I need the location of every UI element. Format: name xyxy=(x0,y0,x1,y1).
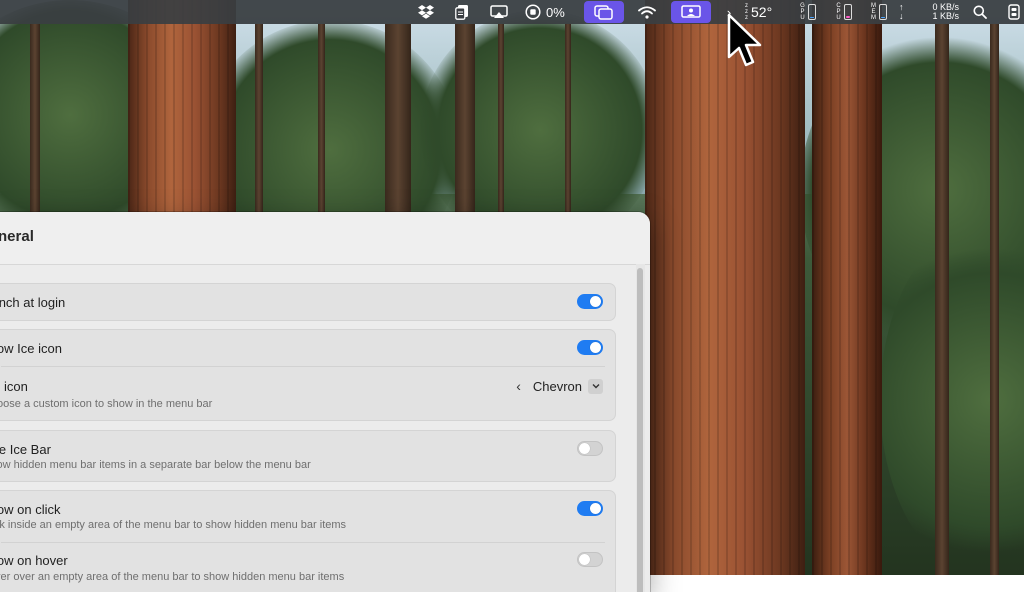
use-ice-bar-description: Show hidden menu bar items in a separate… xyxy=(0,459,311,471)
use-ice-bar-group: Use Ice Bar Show hidden menu bar items i… xyxy=(0,430,616,482)
scrollbar-thumb[interactable] xyxy=(637,268,643,592)
launch-at-login-toggle[interactable] xyxy=(577,294,603,309)
launch-at-login-row: Launch at login xyxy=(0,284,615,320)
control-center-icon[interactable] xyxy=(1004,0,1024,24)
show-on-click-label: Show on click xyxy=(0,502,61,517)
up-down-arrows-icon: ↑ ↓ xyxy=(899,2,904,21)
launch-at-login-group: Launch at login xyxy=(0,283,616,321)
airplay-icon[interactable] xyxy=(488,0,510,24)
settings-window: General Launch at login Show Ice icon Ic… xyxy=(0,212,650,592)
ice-icon-group: Show Ice icon Ice icon Choose a custom i… xyxy=(0,329,616,421)
show-ice-icon-toggle[interactable] xyxy=(577,340,603,355)
launch-at-login-label: Launch at login xyxy=(0,295,66,310)
show-on-click-row: Show on click Click inside an empty area… xyxy=(0,491,615,541)
window-title-bar: General xyxy=(0,212,650,265)
ice-icon-description: Choose a custom icon to show in the menu… xyxy=(0,398,213,410)
mouse-cursor-icon xyxy=(726,12,766,72)
use-ice-bar-label: Use Ice Bar xyxy=(0,442,51,457)
network-meter[interactable]: ↑ ↓ 0 KB/s 1 KB/s xyxy=(899,0,959,24)
memory-bar-icon xyxy=(879,4,887,20)
window-title: General xyxy=(0,228,34,245)
screen-share-icon[interactable] xyxy=(671,1,711,23)
memory-meter[interactable]: MEM xyxy=(866,0,892,24)
show-on-click-toggle[interactable] xyxy=(577,501,603,516)
dropbox-icon[interactable] xyxy=(414,0,438,24)
stop-circle-icon xyxy=(525,4,541,20)
window-switcher-icon[interactable] xyxy=(584,1,624,23)
menu-bar: 0% › zzz 52° GPU CPU MEM ↑ ↓ 0 KB/s 1 KB/… xyxy=(0,0,1024,24)
net-download-text: 1 KB/s xyxy=(932,11,959,21)
ice-icon-picker[interactable]: ‹ Chevron xyxy=(516,378,603,394)
battery-status[interactable]: 0% xyxy=(525,0,575,24)
chevron-down-icon[interactable] xyxy=(588,378,603,394)
show-on-hover-label: Show on hover xyxy=(0,553,68,568)
scrollbar[interactable] xyxy=(636,264,645,592)
use-ice-bar-toggle[interactable] xyxy=(577,441,603,456)
show-ice-icon-label: Show Ice icon xyxy=(0,341,62,356)
clipboard-icon[interactable] xyxy=(452,0,472,24)
show-on-hover-row: Show on hover Hover over an empty area o… xyxy=(0,543,615,592)
show-on-hover-toggle[interactable] xyxy=(577,552,603,567)
use-ice-bar-row: Use Ice Bar Show hidden menu bar items i… xyxy=(0,431,615,481)
gpu-meter[interactable]: GPU xyxy=(795,0,821,24)
show-behavior-group: Show on click Click inside an empty area… xyxy=(0,490,616,592)
cpu-meter[interactable]: CPU xyxy=(831,0,857,24)
ice-icon-label: Ice icon xyxy=(0,379,28,394)
battery-percent: 0% xyxy=(546,4,565,20)
cpu-bar-icon xyxy=(843,4,852,20)
ice-icon-value: Chevron xyxy=(532,378,582,394)
chevron-left-icon: ‹ xyxy=(516,378,521,394)
ice-icon-row: Ice icon Choose a custom icon to show in… xyxy=(0,367,615,420)
wifi-icon[interactable] xyxy=(636,0,658,24)
show-on-hover-description: Hover over an empty area of the menu bar… xyxy=(0,571,345,583)
gpu-bar-icon xyxy=(807,4,816,20)
search-icon[interactable] xyxy=(969,0,991,24)
show-ice-icon-row: Show Ice icon xyxy=(0,330,615,366)
show-on-click-description: Click inside an empty area of the menu b… xyxy=(0,519,347,531)
